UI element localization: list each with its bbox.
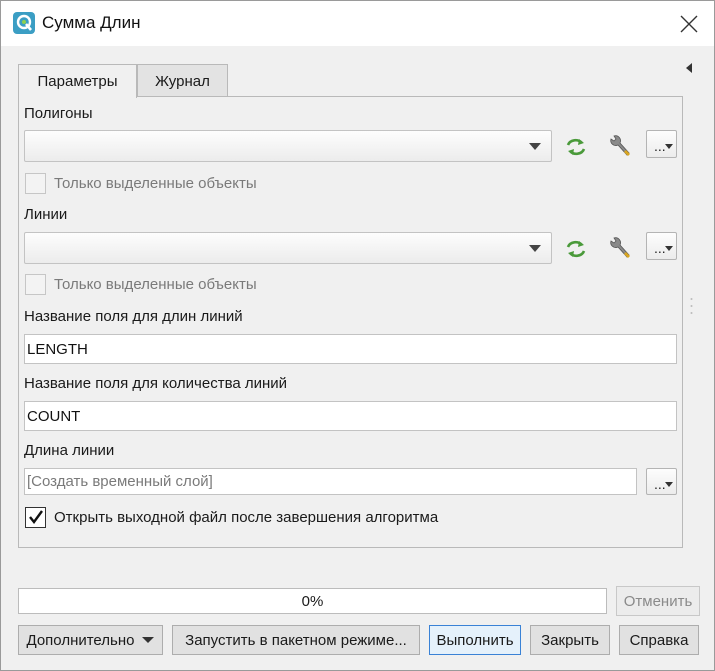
dialog-window: Сумма Длин Журнал Параметры Полигоны ...…	[0, 0, 715, 671]
batch-button[interactable]: Запустить в пакетном режиме...	[172, 625, 420, 655]
dots-label: ...	[654, 138, 666, 154]
progress-text: 0%	[301, 592, 324, 610]
polygons-combo[interactable]	[24, 130, 552, 162]
polygons-iterate-button[interactable]	[562, 133, 590, 161]
wrench-icon	[610, 237, 630, 258]
dots-label: ...	[654, 240, 666, 256]
window-title: Сумма Длин	[42, 13, 141, 32]
count-field-value: COUNT	[27, 407, 81, 425]
lines-label: Линии	[24, 206, 68, 223]
polygons-label: Полигоны	[24, 105, 93, 122]
length-field-label: Название поля для длин линий	[24, 308, 243, 325]
output-source-button[interactable]: ...	[646, 468, 677, 495]
qgis-logo-icon	[13, 12, 35, 34]
lines-iterate-button[interactable]	[562, 235, 590, 263]
run-button-label: Выполнить	[436, 631, 514, 649]
chevron-down-icon	[529, 245, 541, 252]
chevron-down-icon	[665, 246, 673, 251]
chevron-down-icon	[665, 144, 673, 149]
chevron-down-icon	[142, 637, 155, 643]
lines-source-button[interactable]: ...	[646, 232, 677, 260]
polygons-source-button[interactable]: ...	[646, 130, 677, 158]
close-icon	[680, 15, 698, 33]
polygons-selected-only-label: Только выделенные объекты	[54, 175, 257, 192]
run-button[interactable]: Выполнить	[429, 625, 521, 655]
length-field-value: LENGTH	[27, 340, 88, 358]
polygons-selected-only-checkbox[interactable]	[25, 173, 46, 194]
open-output-checkbox[interactable]	[25, 507, 46, 528]
lines-selected-only-checkbox[interactable]	[25, 274, 46, 295]
output-input[interactable]: [Создать временный слой]	[24, 468, 637, 495]
lines-settings-button[interactable]	[606, 235, 634, 263]
close-window-button[interactable]	[670, 7, 708, 41]
splitter-handle[interactable]	[690, 297, 693, 315]
title-bar: Сумма Длин	[1, 1, 714, 46]
lines-combo[interactable]	[24, 232, 552, 264]
batch-button-label: Запустить в пакетном режиме...	[185, 631, 407, 649]
polygons-settings-button[interactable]	[606, 133, 634, 161]
parameters-panel: Полигоны ... Только выделенные объекты Л…	[18, 96, 683, 548]
collapse-arrow-icon[interactable]	[684, 62, 694, 74]
advanced-button[interactable]: Дополнительно	[18, 625, 163, 655]
tab-log[interactable]: Журнал	[137, 64, 228, 97]
tab-parameters-label: Параметры	[37, 73, 118, 90]
tab-log-label: Журнал	[155, 72, 210, 90]
cancel-button[interactable]: Отменить	[616, 586, 700, 616]
count-field-input[interactable]: COUNT	[24, 401, 677, 431]
checkmark-icon	[29, 510, 43, 524]
wrench-icon	[610, 135, 630, 156]
help-button-label: Справка	[629, 631, 689, 649]
output-label: Длина линии	[24, 442, 115, 459]
chevron-down-icon	[665, 482, 673, 487]
refresh-icon	[566, 240, 586, 258]
advanced-button-label: Дополнительно	[26, 631, 135, 649]
chevron-down-icon	[529, 143, 541, 150]
close-button-label: Закрыть	[541, 631, 599, 649]
length-field-input[interactable]: LENGTH	[24, 334, 677, 364]
count-field-label: Название поля для количества линий	[24, 375, 288, 392]
progress-bar: 0%	[18, 588, 607, 614]
lines-selected-only-label: Только выделенные объекты	[54, 276, 257, 293]
dots-label: ...	[654, 476, 666, 492]
cancel-button-label: Отменить	[623, 592, 693, 610]
tab-parameters[interactable]: Параметры	[18, 64, 137, 98]
close-button[interactable]: Закрыть	[530, 625, 610, 655]
open-output-label: Открыть выходной файл после завершения а…	[54, 509, 439, 526]
refresh-icon	[566, 138, 586, 156]
output-placeholder: [Создать временный слой]	[27, 473, 213, 490]
help-button[interactable]: Справка	[619, 625, 699, 655]
